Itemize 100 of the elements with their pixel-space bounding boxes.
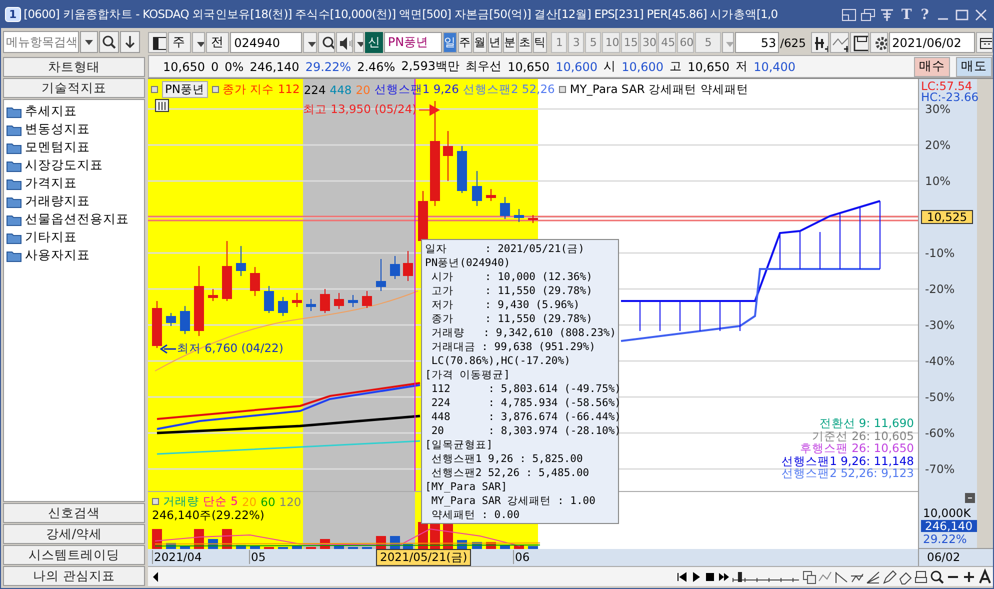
table-icon[interactable] <box>155 99 169 112</box>
legend-item[interactable]: 224 <box>304 82 326 97</box>
quote-value: 10,650 <box>163 60 205 74</box>
axis-tick-label: 10,000K <box>923 507 971 520</box>
calendar-icon[interactable] <box>976 32 993 54</box>
current-price-label: 10,525 <box>921 210 973 224</box>
interval-button[interactable]: 60 <box>676 32 694 54</box>
volume-ratio-label: 29.22% <box>923 533 967 546</box>
text-tool-icon[interactable] <box>977 568 993 586</box>
new-listing-badge: 신 <box>364 32 383 54</box>
interval-button[interactable]: 3 <box>568 32 584 54</box>
interval-button[interactable]: 5 <box>585 32 602 54</box>
order-button[interactable]: 매도 <box>956 56 992 77</box>
legend-item[interactable]: 120 <box>279 494 302 509</box>
axis-tick-label: -10% <box>925 247 955 260</box>
sidebar-button[interactable]: 강세/약세 <box>3 524 145 544</box>
dropdown-caret-icon[interactable] <box>354 32 364 54</box>
add-candle-icon[interactable] <box>810 32 830 54</box>
tree-item[interactable]: 모멘텀지표 <box>4 138 144 156</box>
tree-item-label: 시장강도지표 <box>25 156 103 174</box>
tooltip-line: LC(70.86%),HC(-17.20%) <box>430 354 572 368</box>
tooltip-line: 약세패턴 : 0.00 <box>430 508 521 522</box>
quote-value: 0% <box>224 60 244 74</box>
volume-reading: 246,140주(29.22%) <box>152 508 264 524</box>
interval-select[interactable]: 5 <box>695 32 722 54</box>
stock-code-field[interactable]: 024940 <box>230 32 302 54</box>
panel-toggle-icon[interactable] <box>148 32 167 54</box>
tree-item[interactable]: 거래량지표 <box>4 192 144 210</box>
period-tab[interactable]: 월 <box>472 32 487 54</box>
windows-icon[interactable] <box>860 8 876 22</box>
interval-button[interactable]: 15 <box>620 32 638 54</box>
interval-button[interactable]: 1 <box>551 32 568 54</box>
sidebar-button[interactable]: 차트형태 <box>3 57 145 77</box>
window-layout-icon[interactable] <box>841 8 858 22</box>
tree-item[interactable]: 시장강도지표 <box>4 156 144 174</box>
candlestick <box>486 188 496 202</box>
market-select[interactable]: 주 <box>168 32 191 54</box>
search-icon[interactable] <box>99 31 119 53</box>
legend-item[interactable]: MY_Para SAR 강세패턴 <box>570 82 696 98</box>
indicator-reading: 선행스팬1 9,26: 11,148 <box>782 454 914 468</box>
interval-button[interactable]: 45 <box>658 32 676 54</box>
date-field[interactable]: 2021/06/02 <box>889 32 976 54</box>
sidebar-button[interactable]: 시스템트레이딩 <box>3 545 145 565</box>
order-button[interactable]: 매수 <box>914 56 950 77</box>
folder-icon <box>6 194 22 208</box>
period-tab[interactable]: 주 <box>458 32 472 54</box>
candlestick <box>443 130 453 182</box>
quote-value: 2,593백만 <box>401 58 460 76</box>
stock-name-field[interactable]: PN풍년 <box>384 32 442 54</box>
candlestick <box>292 292 302 308</box>
maximize-icon[interactable] <box>954 8 970 22</box>
candlestick <box>376 258 386 292</box>
sidebar-button[interactable]: 나의 관심지표 <box>3 566 145 586</box>
search-icon[interactable] <box>318 32 335 54</box>
period-tab[interactable]: 틱 <box>532 32 547 54</box>
legend-item[interactable]: 종가 지수 112 <box>222 82 300 98</box>
volume-bar <box>403 544 413 550</box>
dropdown-caret-icon[interactable] <box>80 31 98 53</box>
speaker-icon[interactable] <box>336 32 353 54</box>
volume-bar <box>514 545 524 550</box>
tooltip-line: 거래량 : 9,342,610 (808.23%) <box>430 326 615 340</box>
tree-item-label: 사용자지표 <box>25 246 90 264</box>
slider-thumb[interactable] <box>738 572 742 582</box>
tree-item-label: 가격지표 <box>25 174 77 192</box>
sidebar-button[interactable]: 기술적지표 <box>3 78 145 98</box>
tree-item[interactable]: 사용자지표 <box>4 246 144 264</box>
interval-button[interactable]: 10 <box>602 32 620 54</box>
legend-item[interactable]: 약세패턴 <box>700 82 748 98</box>
menu-search-field[interactable]: 메뉴항목검색 <box>3 31 79 53</box>
tree-item[interactable]: 추세지표 <box>4 102 144 120</box>
candlestick <box>208 288 218 302</box>
date-label: 06 <box>513 550 530 564</box>
minimize-pane-icon[interactable] <box>965 493 975 504</box>
settings-icon[interactable] <box>870 32 888 54</box>
tree-item[interactable]: 변동성지표 <box>4 120 144 138</box>
tree-item[interactable]: 선물옵션전용지표 <box>4 210 144 228</box>
period-tab[interactable]: 분 <box>502 32 517 54</box>
dropdown-caret-icon[interactable] <box>192 32 206 54</box>
candlestick <box>152 300 162 349</box>
title-tool-button[interactable]: T <box>898 6 915 22</box>
tooltip-line: [일목균형표] <box>425 438 494 452</box>
period-tab[interactable]: 일 <box>442 32 457 54</box>
interval-button[interactable]: 30 <box>640 32 658 54</box>
sidebar-button[interactable]: 신호검색 <box>3 503 145 523</box>
candlestick <box>278 296 288 317</box>
legend-item[interactable]: PN풍년 <box>162 81 208 98</box>
pencil-icon[interactable] <box>881 568 897 586</box>
dropdown-caret-icon[interactable] <box>303 32 317 54</box>
volume-bar <box>500 545 510 550</box>
folder-icon <box>6 248 22 262</box>
tree-item[interactable]: 가격지표 <box>4 174 144 192</box>
data-count-field[interactable]: 53 <box>735 32 780 54</box>
period-tab[interactable]: 초 <box>518 32 532 54</box>
title-tool-button[interactable]: ? <box>918 6 932 22</box>
save-icon[interactable] <box>850 32 869 54</box>
tree-item[interactable]: 기타지표 <box>4 228 144 246</box>
period-tab[interactable]: 년 <box>488 32 502 54</box>
previous-button[interactable]: 전 <box>206 32 230 54</box>
close-icon[interactable] <box>973 8 989 22</box>
tooltip-line: [MY_Para SAR] <box>425 480 508 494</box>
